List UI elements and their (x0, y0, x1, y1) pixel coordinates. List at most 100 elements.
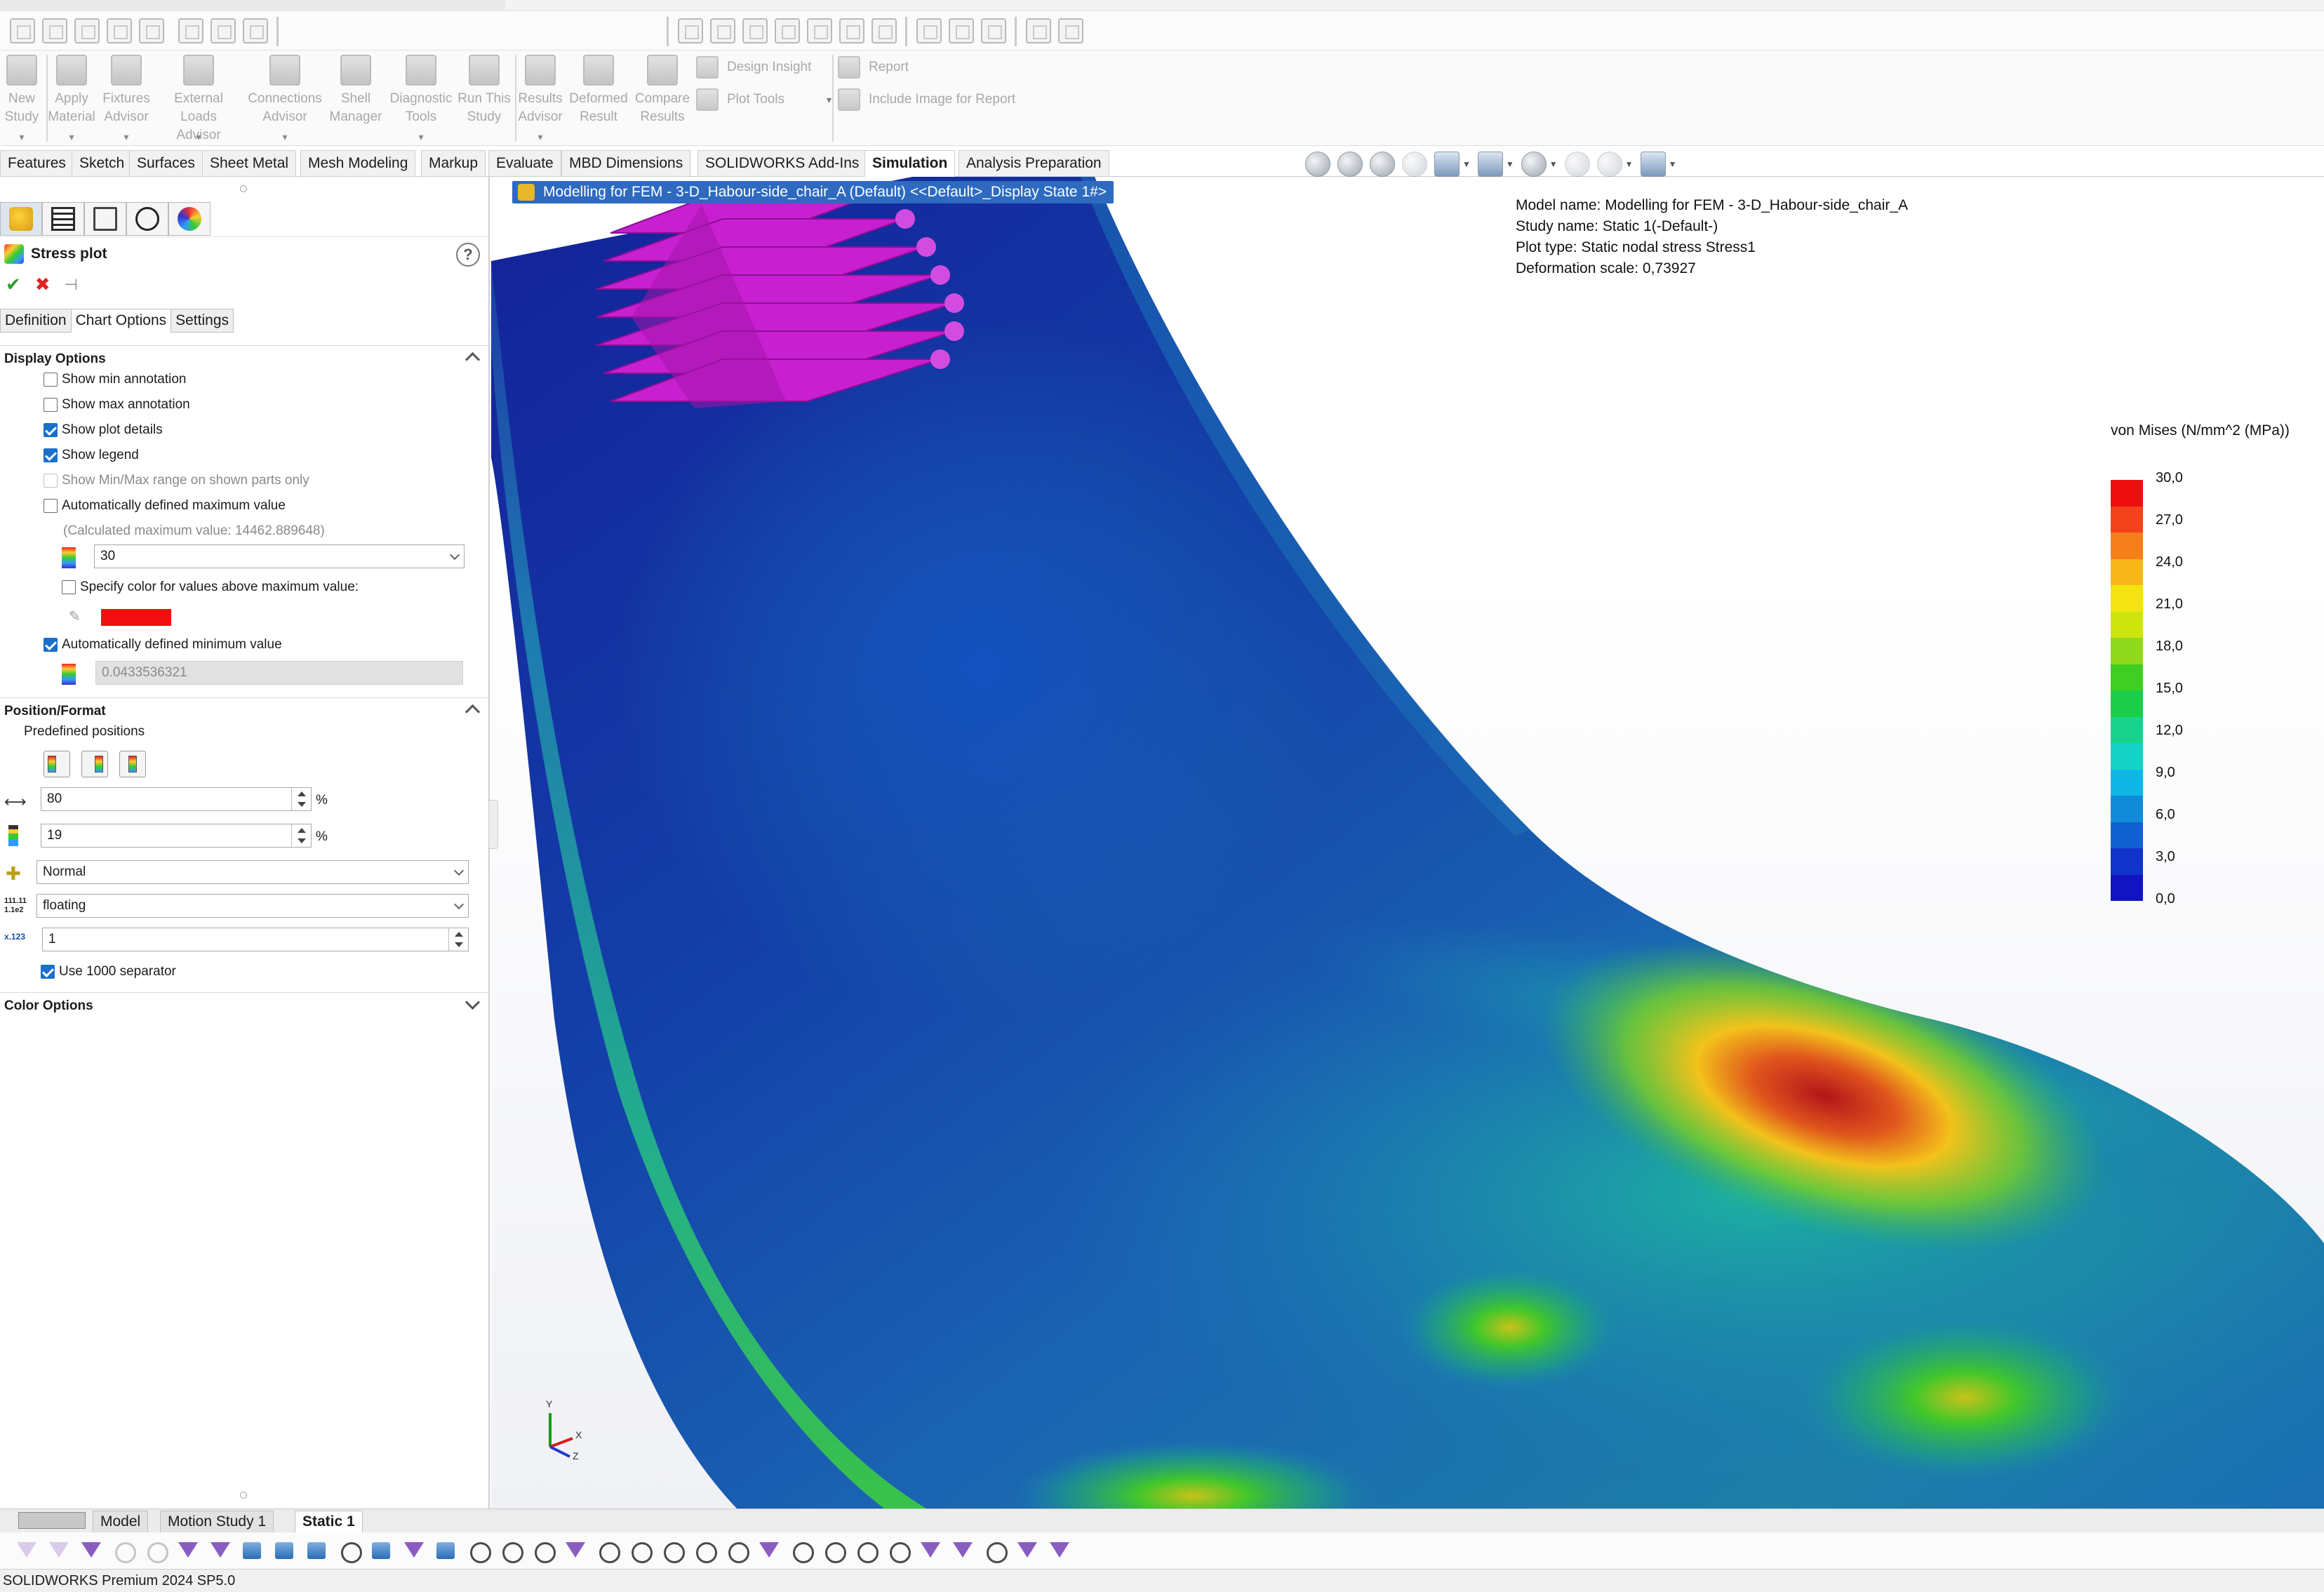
fixtures-advisor-button[interactable]: Fixtures Advisor ▾ (98, 52, 154, 145)
filter-icon[interactable] (46, 1538, 72, 1563)
filter-dimensions-icon[interactable] (530, 1538, 556, 1563)
filter-sketch-segments-icon[interactable] (434, 1538, 459, 1563)
auto-min-checkbox[interactable]: Automatically defined minimum value (44, 637, 282, 653)
pin-icon[interactable]: ⊣ (65, 276, 78, 294)
panel-splitter[interactable] (488, 800, 498, 849)
filter-load-icon[interactable] (1047, 1538, 1072, 1563)
filter-sketch-icon[interactable] (401, 1538, 427, 1563)
view-settings-icon[interactable] (1640, 152, 1666, 177)
position-left-button[interactable] (44, 751, 70, 777)
filter-cosmetic-thread-icon[interactable] (756, 1538, 782, 1563)
annotation-icon[interactable] (10, 18, 35, 44)
tab-model[interactable]: Model (93, 1511, 149, 1533)
compare-results-button[interactable]: Compare Results (630, 52, 695, 145)
tab-display-manager[interactable] (168, 202, 211, 236)
show-min-annotation-checkbox[interactable]: Show min annotation (44, 372, 186, 387)
tab-markup[interactable]: Markup (421, 150, 486, 177)
filter-edges-icon[interactable] (208, 1538, 233, 1563)
filter-sketch-points-icon[interactable] (466, 1538, 491, 1563)
collapse-chevron-icon[interactable] (465, 701, 481, 718)
include-image-button[interactable]: Include Image for Report (838, 88, 1015, 111)
run-this-study-button[interactable]: Run This Study (455, 52, 514, 145)
tab-motion-study[interactable]: Motion Study 1 (160, 1511, 274, 1533)
tab-static-study[interactable]: Static 1 (295, 1511, 363, 1533)
notation-select[interactable]: floating (36, 894, 469, 918)
tab-configuration-manager[interactable] (84, 202, 126, 236)
annotation-icon[interactable] (243, 18, 268, 44)
panel-grip-icon[interactable] (240, 1492, 247, 1499)
tab-surfaces[interactable]: Surfaces (129, 150, 203, 177)
filter-icon[interactable] (79, 1538, 104, 1563)
select-icon[interactable] (143, 1538, 168, 1563)
annotation-icon[interactable] (74, 18, 100, 44)
filter-weld-icon[interactable] (595, 1538, 620, 1563)
filter-planes-icon[interactable] (369, 1538, 394, 1563)
tab-analysis-preparation[interactable]: Analysis Preparation (959, 150, 1109, 177)
tab-settings[interactable]: Settings (171, 309, 234, 333)
color-options-header[interactable]: Color Options (0, 992, 488, 1019)
view-icon[interactable] (1058, 18, 1083, 44)
view-orientation-icon[interactable] (1434, 152, 1460, 177)
position-right-button[interactable] (81, 751, 108, 777)
filter-routing-icon[interactable] (918, 1538, 943, 1563)
ok-check-icon[interactable]: ✔ (6, 274, 21, 295)
display-options-header[interactable]: Display Options (0, 345, 488, 372)
view-icon[interactable] (839, 18, 864, 44)
annotation-icon[interactable] (139, 18, 164, 44)
report-button[interactable]: Report (838, 56, 909, 79)
graphics-area[interactable]: Modelling for FEM - 3-D_Habour-side_chai… (491, 177, 2324, 1509)
view-icon[interactable] (916, 18, 942, 44)
tab-sheet-metal[interactable]: Sheet Metal (202, 150, 297, 177)
shell-manager-button[interactable]: Shell Manager (324, 52, 387, 145)
document-tag[interactable]: Modelling for FEM - 3-D_Habour-side_chai… (512, 181, 1114, 203)
tab-mbd-dimensions[interactable]: MBD Dimensions (561, 150, 691, 177)
decimal-places-input[interactable]: 1 (42, 928, 469, 951)
apply-scene-icon[interactable] (1596, 152, 1622, 177)
zoom-to-area-icon[interactable] (1337, 152, 1363, 177)
tab-chart-options[interactable]: Chart Options (70, 309, 172, 333)
external-loads-advisor-button[interactable]: External Loads Advisor ▾ (154, 52, 243, 145)
diagnostic-tools-button[interactable]: Diagnostic Tools ▾ (387, 52, 455, 145)
annotation-icon[interactable] (42, 18, 67, 44)
y-position-input[interactable]: 19 (41, 824, 312, 848)
color-picker-icon[interactable]: ✎ (69, 608, 86, 624)
x-position-spinner[interactable] (291, 788, 311, 810)
section-view-icon[interactable] (1402, 152, 1427, 177)
filter-center-of-mass-icon[interactable] (886, 1538, 911, 1563)
filter-connection-icon[interactable] (950, 1538, 975, 1563)
tab-property-manager[interactable] (42, 202, 84, 236)
annotation-icon[interactable] (211, 18, 236, 44)
show-legend-checkbox[interactable]: Show legend (44, 448, 139, 463)
auto-max-checkbox[interactable]: Automatically defined maximum value (44, 498, 286, 514)
filter-surface-finish-icon[interactable] (563, 1538, 588, 1563)
annotation-icon[interactable] (178, 18, 203, 44)
tab-feature-manager[interactable] (0, 202, 42, 236)
filter-surfaces-icon[interactable] (272, 1538, 298, 1563)
zoom-to-fit-icon[interactable] (1305, 152, 1330, 177)
view-icon[interactable] (742, 18, 768, 44)
filter-midpoint-icon[interactable] (821, 1538, 846, 1563)
position-center-button[interactable] (119, 751, 146, 777)
view-icon[interactable] (807, 18, 832, 44)
tab-features[interactable]: Features (0, 150, 74, 177)
show-plot-details-checkbox[interactable]: Show plot details (44, 422, 163, 438)
filter-centermarks-icon[interactable] (498, 1538, 523, 1563)
view-icon[interactable] (872, 18, 897, 44)
tab-mesh-modeling[interactable]: Mesh Modeling (300, 150, 416, 177)
x-position-input[interactable]: 80 (41, 787, 312, 811)
tab-definition[interactable]: Definition (0, 309, 72, 333)
connections-advisor-button[interactable]: Connections Advisor ▾ (246, 52, 324, 145)
filter-datum-icon[interactable] (627, 1538, 653, 1563)
view-icon[interactable] (949, 18, 974, 44)
above-max-color-swatch[interactable] (101, 609, 171, 626)
tab-scroll-arrows[interactable] (18, 1512, 86, 1529)
view-icon[interactable] (1026, 18, 1051, 44)
filter-weld-bead-icon[interactable] (982, 1538, 1008, 1563)
panel-grip-icon[interactable] (240, 185, 247, 192)
tab-dimxpert-manager[interactable] (126, 202, 168, 236)
decimal-places-spinner[interactable] (448, 928, 468, 951)
show-minmax-range-checkbox[interactable]: Show Min/Max range on shown parts only (44, 473, 309, 488)
view-icon[interactable] (775, 18, 800, 44)
filter-notes-icon[interactable] (660, 1538, 685, 1563)
previous-view-icon[interactable] (1370, 152, 1395, 177)
